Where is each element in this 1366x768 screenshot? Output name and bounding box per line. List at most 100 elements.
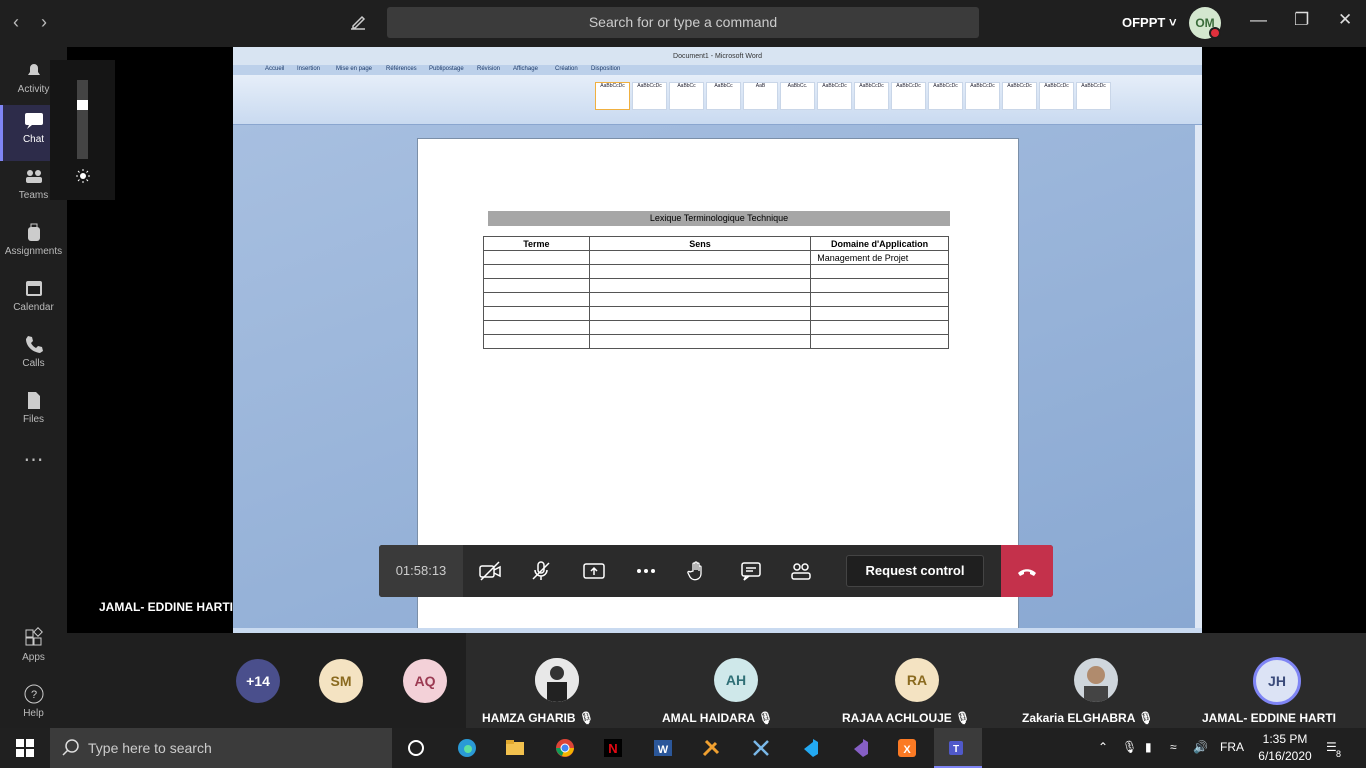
table-row[interactable] xyxy=(483,320,949,335)
style-gallery-item[interactable]: AaBbCcDc xyxy=(1002,82,1037,110)
table-row[interactable] xyxy=(483,292,949,307)
file-icon xyxy=(27,392,40,409)
file-explorer-icon[interactable] xyxy=(504,737,526,759)
request-control-button[interactable]: Request control xyxy=(846,555,984,587)
style-gallery-item[interactable]: AaBbCcDc xyxy=(632,82,667,110)
active-speaker-avatar: JH xyxy=(1253,657,1301,705)
table-cell[interactable]: Management de Projet xyxy=(810,250,949,265)
table-row[interactable] xyxy=(483,334,949,349)
table-row[interactable]: Management de Projet xyxy=(483,250,949,265)
mic-off-icon[interactable] xyxy=(529,559,553,583)
table-row[interactable] xyxy=(483,264,949,279)
brightness-icon[interactable] xyxy=(75,168,91,184)
more-apps-icon[interactable]: ⋯ xyxy=(0,447,67,487)
taskbar-search-input[interactable]: Type here to search xyxy=(50,728,392,768)
word-tab[interactable]: Disposition xyxy=(591,66,620,72)
search-icon xyxy=(62,739,79,756)
participant-avatar[interactable]: SM xyxy=(319,659,363,703)
rail-apps[interactable]: Apps xyxy=(0,623,67,679)
style-gallery-item[interactable]: AaBbCcDc xyxy=(891,82,926,110)
language-indicator[interactable]: FRA xyxy=(1220,740,1244,754)
mic-muted-icon: 🎙 xyxy=(1138,711,1154,725)
vertical-scrollbar[interactable] xyxy=(1195,125,1202,628)
edge-icon[interactable] xyxy=(456,737,478,759)
header-domaine: Domaine d'Application xyxy=(810,236,949,251)
more-options-icon[interactable] xyxy=(634,559,658,583)
backpack-icon xyxy=(27,223,40,241)
style-gallery-item[interactable]: AaBbCcDc xyxy=(817,82,852,110)
word-icon[interactable]: W xyxy=(652,737,674,759)
table-row[interactable] xyxy=(483,306,949,321)
tray-chevron-icon[interactable]: ⌃ xyxy=(1098,740,1108,754)
rail-calls[interactable]: Calls xyxy=(0,329,67,385)
rail-calendar[interactable]: Calendar xyxy=(0,273,67,329)
rail-assignments[interactable]: Assignments xyxy=(0,217,67,273)
table-cell[interactable] xyxy=(588,250,812,265)
battery-icon[interactable]: ▮ xyxy=(1145,740,1152,754)
participants-icon[interactable] xyxy=(789,559,813,583)
participant-avatar[interactable]: AQ xyxy=(403,659,447,703)
volume-slider[interactable] xyxy=(77,80,88,159)
style-gallery-item[interactable]: AaBbCc. xyxy=(780,82,815,110)
svg-text:W: W xyxy=(658,744,669,756)
xampp-icon[interactable]: X xyxy=(896,737,918,759)
tools-icon[interactable] xyxy=(700,737,722,759)
style-gallery-item[interactable]: AaBbCcDc xyxy=(854,82,889,110)
restore-icon[interactable]: ❐ xyxy=(1294,10,1309,30)
wifi-icon[interactable]: ≈ xyxy=(1170,740,1177,754)
rail-label: Files xyxy=(22,414,45,425)
windows-taskbar: Type here to search N W X T ⌃ 🎙 ▮ ≈ 🔊 FR… xyxy=(0,728,1366,768)
word-tab[interactable]: Création xyxy=(555,66,578,72)
person-photo-icon xyxy=(535,658,579,702)
share-screen-icon[interactable] xyxy=(582,559,606,583)
style-gallery-item[interactable]: AaBbCcDc xyxy=(595,82,630,110)
close-icon[interactable]: ✕ xyxy=(1338,10,1352,30)
volume-thumb[interactable] xyxy=(77,100,88,110)
org-switcher[interactable]: OFPPT ˅ xyxy=(1122,15,1177,30)
taskbar-clock[interactable]: 1:35 PM 6/16/2020 xyxy=(1250,731,1320,765)
visual-studio-icon[interactable] xyxy=(848,737,870,759)
word-tab[interactable]: Révision xyxy=(477,66,500,72)
style-gallery-item[interactable]: AaB xyxy=(743,82,778,110)
word-tab[interactable]: Publipostage xyxy=(429,66,464,72)
teams-taskbar-button[interactable]: T xyxy=(934,728,982,768)
presence-busy-icon xyxy=(1209,27,1221,39)
document-title: Lexique Terminologique Technique xyxy=(488,211,950,226)
cortana-icon[interactable] xyxy=(405,737,427,759)
camera-off-icon[interactable] xyxy=(478,559,502,583)
windows-start-icon[interactable] xyxy=(14,737,36,759)
compose-icon[interactable] xyxy=(348,12,368,32)
chat-panel-icon[interactable] xyxy=(739,559,763,583)
volume-icon[interactable]: 🔊 xyxy=(1193,740,1208,754)
raise-hand-icon[interactable] xyxy=(685,559,709,583)
word-tab[interactable]: Affichage xyxy=(513,66,538,72)
rail-files[interactable]: Files xyxy=(0,385,67,441)
style-gallery-item[interactable]: AaBbCcDc xyxy=(965,82,1000,110)
participant-name: Zakaria ELGHABRA 🎙 xyxy=(1022,711,1154,725)
style-gallery-item[interactable]: AaBbCc xyxy=(706,82,741,110)
hang-up-icon xyxy=(1018,569,1036,576)
command-search-input[interactable]: Search for or type a command xyxy=(387,7,979,38)
style-gallery-item[interactable]: AaBbCcDc xyxy=(1076,82,1111,110)
rail-help[interactable]: ? Help xyxy=(0,679,67,735)
forward-arrow-icon[interactable]: › xyxy=(41,12,47,33)
table-row[interactable] xyxy=(483,278,949,293)
overflow-participants[interactable]: +14 xyxy=(236,659,280,703)
minimize-icon[interactable]: — xyxy=(1250,10,1267,30)
style-gallery-item[interactable]: AaBbCcDc xyxy=(928,82,963,110)
word-tab[interactable]: Références xyxy=(386,66,417,72)
hang-up-button[interactable] xyxy=(1001,545,1053,597)
style-gallery-item[interactable]: AaBbCc xyxy=(669,82,704,110)
lexicon-table[interactable]: Terme Sens Domaine d'Application Managem… xyxy=(483,236,949,349)
word-tab[interactable]: Mise en page xyxy=(336,66,372,72)
sniping-tool-icon[interactable] xyxy=(750,737,772,759)
vscode-icon[interactable] xyxy=(798,737,820,759)
chrome-icon[interactable] xyxy=(554,737,576,759)
mic-muted-icon: 🎙 xyxy=(758,711,774,725)
word-tab[interactable]: Accueil xyxy=(265,66,284,72)
netflix-icon[interactable]: N xyxy=(602,737,624,759)
word-tab[interactable]: Insertion xyxy=(297,66,320,72)
back-arrow-icon[interactable]: ‹ xyxy=(13,12,19,33)
style-gallery-item[interactable]: AaBbCcDc xyxy=(1039,82,1074,110)
table-cell[interactable] xyxy=(483,250,590,265)
